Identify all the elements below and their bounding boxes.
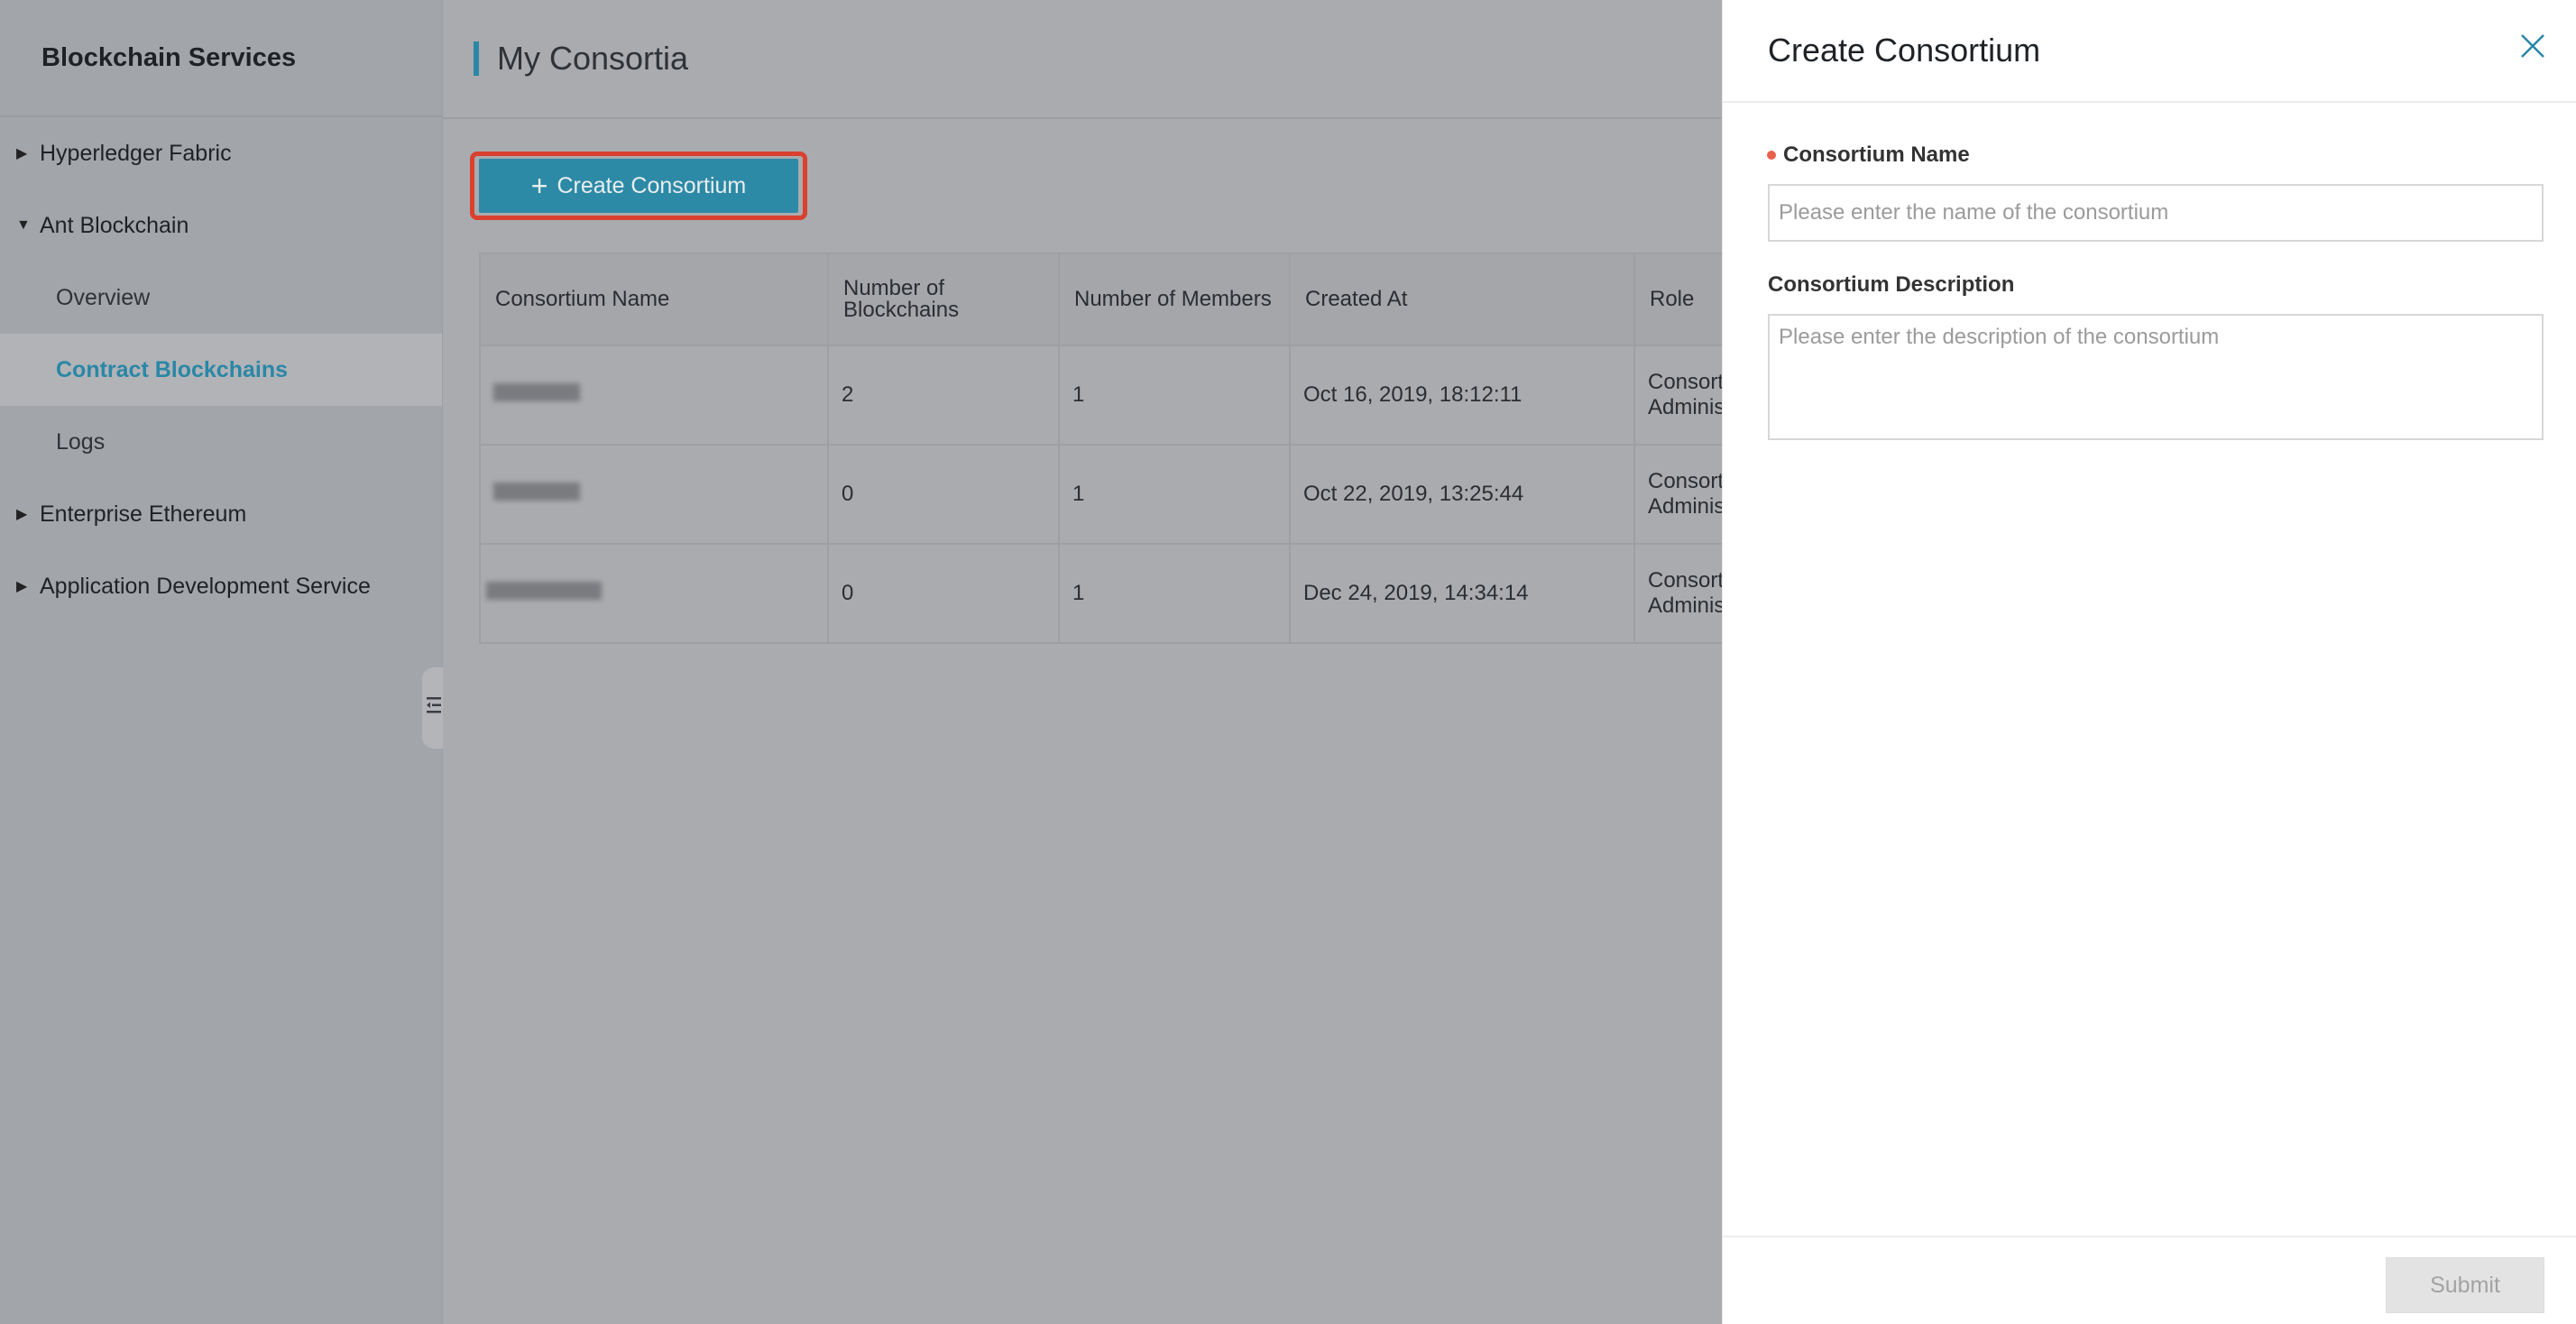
- close-icon[interactable]: [2519, 32, 2546, 60]
- caret-right-icon: ▶: [16, 579, 28, 594]
- column-header-number-of-members: Number of Members: [1058, 253, 1291, 346]
- submit-button[interactable]: Submit: [2386, 1257, 2544, 1313]
- column-header-number-of-blockchains: Number of Blockchains: [827, 253, 1060, 346]
- sidebar-item-overview[interactable]: Overview: [0, 262, 442, 334]
- created-at-cell: Oct 16, 2019, 18:12:11: [1289, 345, 1635, 446]
- created-at-cell: Dec 24, 2019, 14:34:14: [1289, 543, 1635, 644]
- sidebar-item-contract-blockchains[interactable]: Contract Blockchains: [0, 334, 442, 406]
- caret-right-icon: ▶: [16, 146, 28, 161]
- sidebar-title: Blockchain Services: [0, 0, 442, 117]
- required-indicator-icon: [1767, 151, 1776, 160]
- blockchains-cell: 0: [827, 543, 1060, 644]
- sidebar-item-hyperledger-fabric[interactable]: ▶ Hyperledger Fabric: [0, 117, 442, 189]
- blockchains-cell: 2: [827, 345, 1060, 446]
- sidebar: Blockchain Services ▶ Hyperledger Fabric…: [0, 0, 443, 1324]
- caret-right-icon: ▶: [16, 507, 28, 522]
- column-header-created-at: Created At: [1289, 253, 1635, 346]
- collapse-icon: [426, 694, 442, 722]
- consortia-table: Consortium Name Number of Blockchains Nu…: [479, 253, 1834, 644]
- consortium-name-cell[interactable]: [479, 345, 829, 446]
- sidebar-item-label: Enterprise Ethereum: [40, 501, 247, 527]
- consortium-description-label-text: Consortium Description: [1768, 272, 2015, 297]
- create-consortium-button[interactable]: + Create Consortium: [479, 159, 798, 213]
- panel-title: Create Consortium: [1768, 32, 2041, 69]
- sidebar-item-label: Overview: [56, 284, 151, 310]
- redacted-name: [493, 483, 580, 501]
- title-accent-bar: [474, 41, 479, 76]
- consortium-name-input[interactable]: [1768, 184, 2544, 242]
- table-row[interactable]: 2 1 Oct 16, 2019, 18:12:11 Consortium Ad…: [479, 345, 1834, 446]
- page-title: My Consortia: [497, 40, 689, 77]
- sidebar-item-label: Logs: [56, 428, 106, 455]
- sidebar-item-label: Hyperledger Fabric: [40, 140, 232, 166]
- sidebar-item-label: Ant Blockchain: [40, 212, 189, 238]
- consortium-name-label: Consortium Name: [1767, 143, 1970, 168]
- sidebar-item-enterprise-ethereum[interactable]: ▶ Enterprise Ethereum: [0, 478, 442, 550]
- sidebar-item-label: Application Development Service: [40, 573, 371, 599]
- plus-icon: +: [530, 170, 548, 202]
- blockchains-cell: 0: [827, 444, 1060, 545]
- consortium-name-label-text: Consortium Name: [1783, 143, 1970, 167]
- created-at-cell: Oct 22, 2019, 13:25:44: [1289, 444, 1635, 545]
- sidebar-item-ant-blockchain[interactable]: ▼ Ant Blockchain: [0, 189, 442, 262]
- table-row[interactable]: 0 1 Dec 24, 2019, 14:34:14 Consortium Ad…: [479, 543, 1834, 644]
- redacted-name: [493, 383, 580, 401]
- redacted-name: [486, 582, 602, 600]
- members-cell: 1: [1058, 345, 1291, 446]
- caret-down-icon: ▼: [16, 217, 31, 233]
- consortium-description-input[interactable]: [1768, 314, 2544, 440]
- consortium-name-cell[interactable]: [479, 444, 829, 545]
- create-consortium-button-label: Create Consortium: [557, 172, 747, 198]
- consortium-description-label: Consortium Description: [1768, 272, 2014, 298]
- create-consortium-panel: Create Consortium Consortium Name Consor…: [1722, 0, 2576, 1324]
- sidebar-item-application-development-service[interactable]: ▶ Application Development Service: [0, 550, 442, 622]
- table-header-row: Consortium Name Number of Blockchains Nu…: [479, 253, 1834, 346]
- consortium-name-cell[interactable]: [479, 543, 829, 644]
- create-button-highlight: + Create Consortium: [470, 152, 807, 220]
- column-header-consortium-name: Consortium Name: [479, 253, 829, 346]
- panel-footer: Submit: [1723, 1236, 2576, 1324]
- members-cell: 1: [1058, 543, 1291, 644]
- panel-header: Create Consortium: [1723, 0, 2576, 103]
- sidebar-item-logs[interactable]: Logs: [0, 406, 442, 478]
- table-row[interactable]: 0 1 Oct 22, 2019, 13:25:44 Consortium Ad…: [479, 444, 1834, 545]
- sidebar-item-label: Contract Blockchains: [56, 356, 289, 382]
- members-cell: 1: [1058, 444, 1291, 545]
